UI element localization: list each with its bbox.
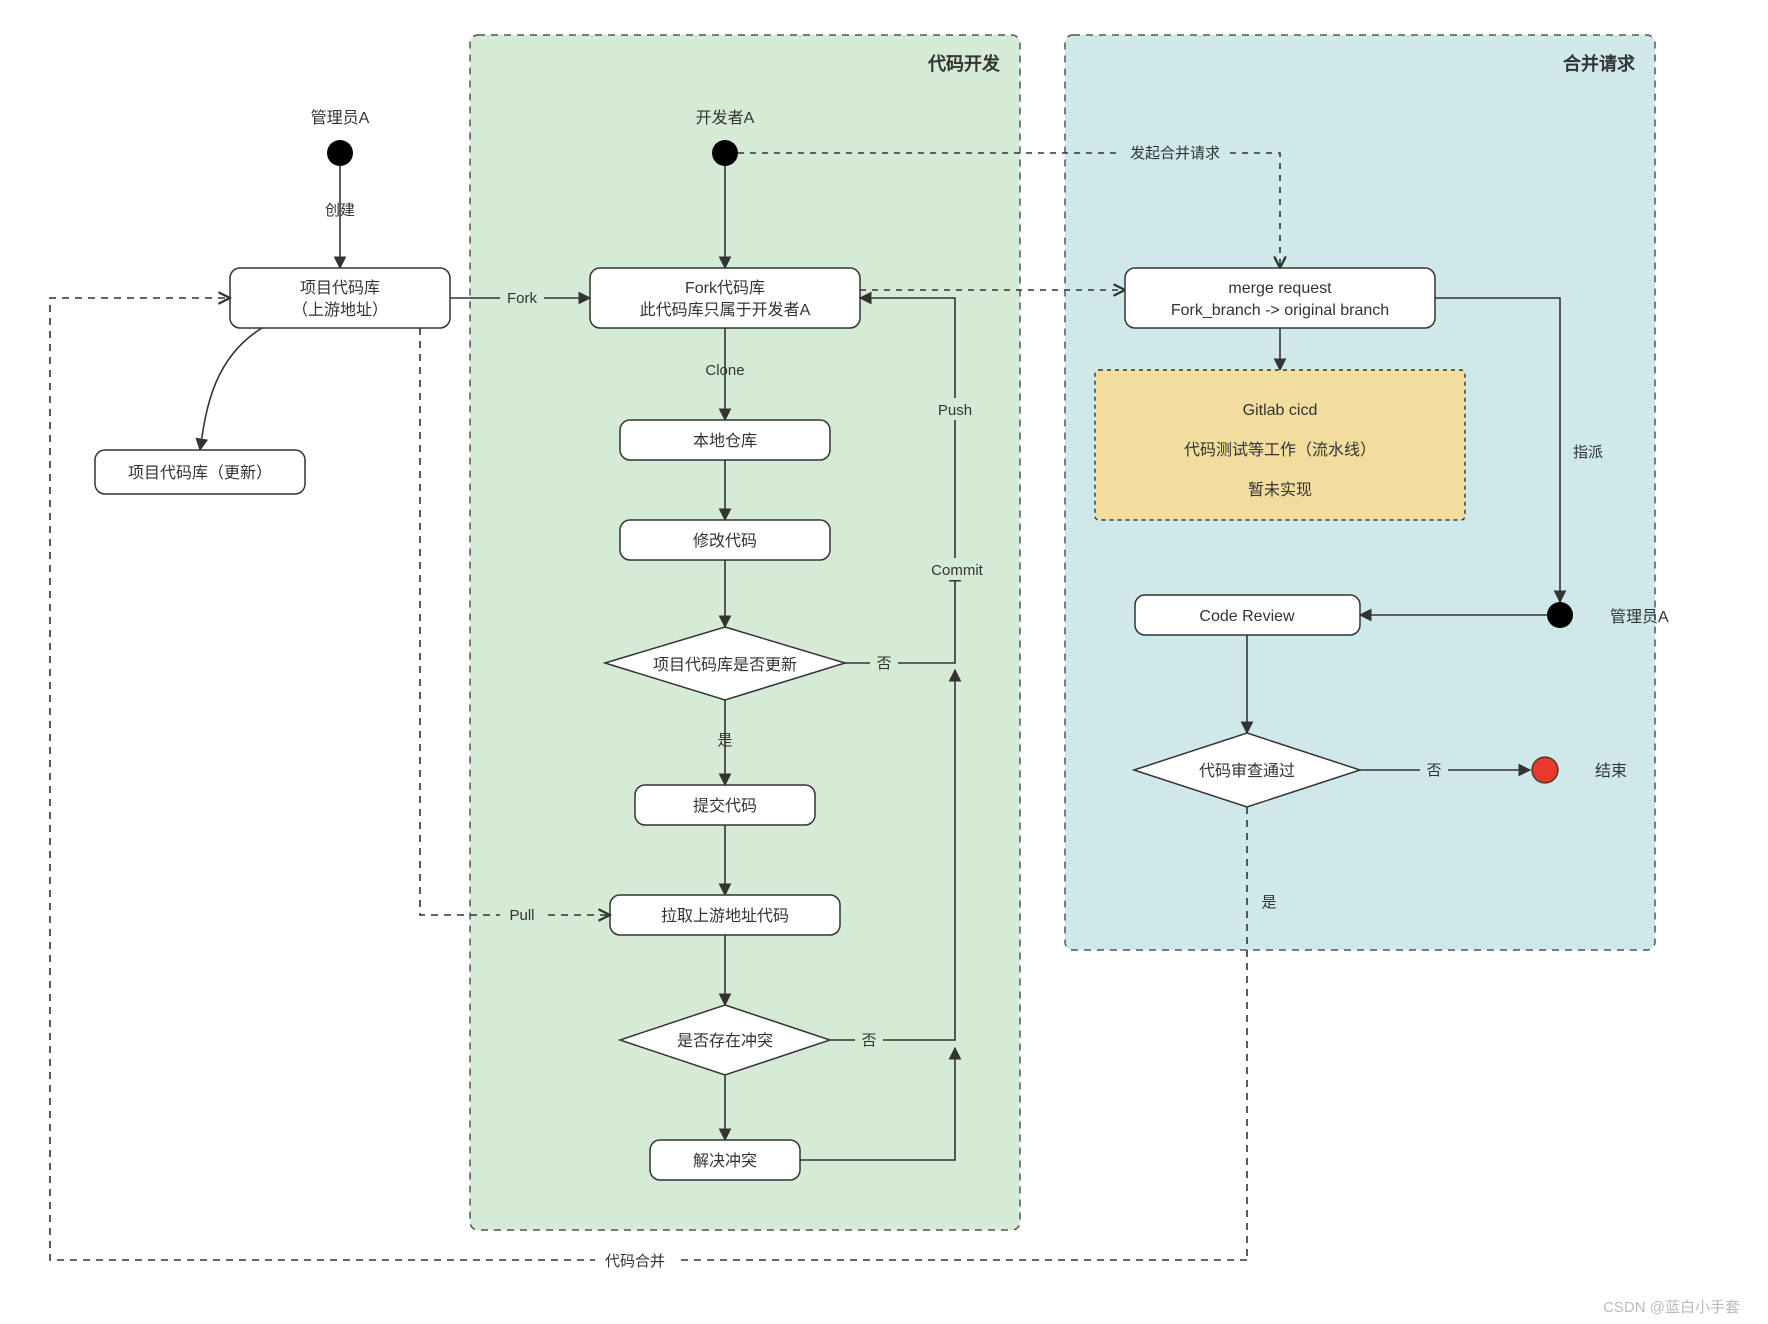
end-label: 结束 xyxy=(1595,762,1627,780)
flow-diagram: 代码开发 合并请求 管理员A 创建 项目代码库 （上游地址） 项目代码库（更新）… xyxy=(0,0,1768,1324)
node-fork-repo-l2: 此代码库只属于开发者A xyxy=(640,301,811,319)
node-conflict-label: 是否存在冲突 xyxy=(677,1032,773,1050)
group-dev-title: 代码开发 xyxy=(927,53,1001,74)
edge-code-merge-label: 代码合并 xyxy=(605,1253,665,1270)
node-pull-up-label: 拉取上游地址代码 xyxy=(661,907,789,925)
node-local-label: 本地仓库 xyxy=(693,432,757,450)
edge-pull-label: Pull xyxy=(509,907,534,924)
node-commit-label: 提交代码 xyxy=(693,797,757,815)
watermark: CSDN @蓝白小手套 xyxy=(1603,1299,1740,1316)
edge-create-label: 创建 xyxy=(325,202,355,219)
start-admin-a-icon xyxy=(327,140,353,166)
edge-repo-to-updated xyxy=(200,328,262,450)
edge-merge-request-label: 发起合并请求 xyxy=(1130,145,1220,162)
edge-commit-label: Commit xyxy=(931,562,983,579)
edge-assign-label: 指派 xyxy=(1573,444,1603,461)
edge-push-label: Push xyxy=(938,402,972,419)
node-repo-updated-label: 项目代码库（更新） xyxy=(128,464,272,482)
node-merge-request-l1: merge request xyxy=(1228,280,1332,297)
actor-admin-a2-icon xyxy=(1547,602,1573,628)
node-repo xyxy=(230,268,450,328)
actor-admin-a2-label: 管理员A xyxy=(1610,608,1669,626)
node-fork-repo xyxy=(590,268,860,328)
node-repo-l2: （上游地址） xyxy=(292,301,388,319)
node-merge-request xyxy=(1125,268,1435,328)
node-fork-repo-l1: Fork代码库 xyxy=(685,279,765,297)
edge-conflict-no-label: 否 xyxy=(861,1032,876,1049)
start-dev-a-icon xyxy=(712,140,738,166)
edge-clone-label: Clone xyxy=(705,362,744,379)
edge-changed-no-label: 否 xyxy=(876,655,891,672)
group-merge-title: 合并请求 xyxy=(1563,53,1636,74)
node-code-review-label: Code Review xyxy=(1199,608,1295,625)
edge-fork-label: Fork xyxy=(507,290,538,307)
node-resolve-label: 解决冲突 xyxy=(693,1152,757,1170)
node-merge-request-l2: Fork_branch -> original branch xyxy=(1171,302,1389,319)
edge-review-no-label: 否 xyxy=(1426,762,1441,779)
edge-changed-yes-label: 是 xyxy=(717,732,732,749)
edge-review-yes-label: 是 xyxy=(1261,894,1276,911)
actor-admin-a: 管理员A xyxy=(311,109,370,127)
actor-dev-a: 开发者A xyxy=(696,109,755,127)
node-cicd-l2: 代码测试等工作（流水线） xyxy=(1184,441,1376,459)
node-review-pass-label: 代码审查通过 xyxy=(1199,762,1295,780)
node-repo-l1: 项目代码库 xyxy=(300,279,380,297)
node-cicd-l1: Gitlab cicd xyxy=(1243,402,1318,419)
node-modify-label: 修改代码 xyxy=(693,532,757,550)
node-cicd-l3: 暂未实现 xyxy=(1248,481,1312,499)
node-repo-changed-label: 项目代码库是否更新 xyxy=(653,656,797,674)
end-icon xyxy=(1532,757,1558,783)
